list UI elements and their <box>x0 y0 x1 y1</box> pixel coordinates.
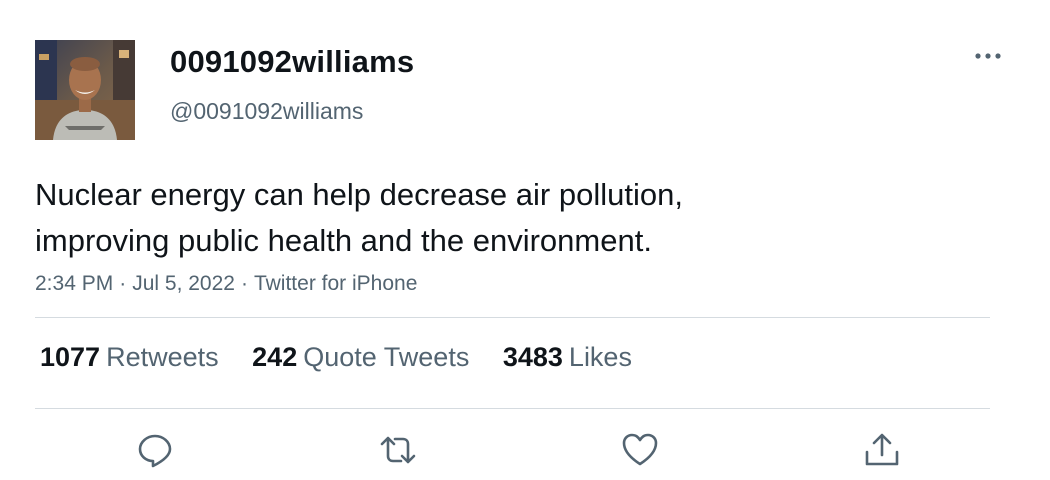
retweet-icon <box>380 436 416 464</box>
tweet-date[interactable]: Jul 5, 2022 <box>132 272 235 295</box>
reply-icon <box>138 434 172 468</box>
tweet-text-line: Nuclear energy can help decrease air pol… <box>35 177 683 212</box>
quote-tweets-stat[interactable]: 242 Quote Tweets <box>252 342 469 373</box>
retweets-label: Retweets <box>106 342 219 372</box>
divider <box>35 408 990 409</box>
user-handle[interactable]: @0091092williams <box>170 98 363 125</box>
meta-separator: · <box>240 272 248 295</box>
share-button[interactable] <box>862 430 902 470</box>
likes-stat[interactable]: 3483 Likes <box>503 342 632 373</box>
divider <box>35 317 990 318</box>
display-name[interactable]: 0091092williams <box>170 44 414 80</box>
tweet-time[interactable]: 2:34 PM <box>35 272 113 295</box>
quote-tweets-count: 242 <box>252 342 298 372</box>
likes-count: 3483 <box>502 342 563 372</box>
tweet-text-line: improving public health and the environm… <box>35 223 652 258</box>
share-icon <box>865 433 899 466</box>
likes-label: Likes <box>568 342 632 372</box>
reply-button[interactable] <box>135 430 175 470</box>
tweet-metadata: 2:34 PM · Jul 5, 2022 · Twitter for iPhone <box>35 272 417 296</box>
tweet-card: 0091092williams @0091092williams Nuclear… <box>0 0 1050 480</box>
avatar[interactable] <box>35 40 135 140</box>
meta-separator: · <box>119 272 127 295</box>
avatar-photo <box>35 40 135 140</box>
tweet-source[interactable]: Twitter for iPhone <box>254 272 417 295</box>
engagement-stats: 1077 Retweets 242 Quote Tweets 3483 Likes <box>40 342 658 373</box>
retweets-count: 1077 <box>40 342 101 372</box>
more-horizontal-icon[interactable] <box>970 46 1006 66</box>
heart-icon <box>622 433 658 466</box>
tweet-text: Nuclear energy can help decrease air pol… <box>35 172 935 264</box>
quote-tweets-label: Quote Tweets <box>303 342 470 372</box>
like-button[interactable] <box>620 430 660 470</box>
retweet-button[interactable] <box>378 430 418 470</box>
retweets-stat[interactable]: 1077 Retweets <box>40 342 219 373</box>
